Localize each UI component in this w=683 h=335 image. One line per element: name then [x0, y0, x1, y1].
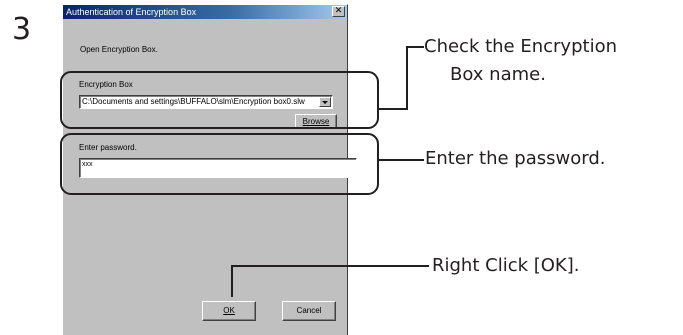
- callout-line-box-name-v: [406, 46, 408, 110]
- dialog-title: Authentication of Encryption Box: [66, 7, 197, 17]
- callout-line-ok-v: [231, 265, 233, 297]
- callout-line-ok-h: [231, 265, 429, 267]
- callout-box-name-line1: Check the Encryption: [424, 36, 617, 57]
- callout-password: Enter the password.: [425, 148, 606, 169]
- callout-ok: Right Click [OK].: [432, 255, 580, 276]
- intro-text: Open Encryption Box.: [80, 45, 158, 54]
- callout-box-name-line2: Box name.: [450, 64, 546, 85]
- ok-button-label: OK: [223, 306, 235, 315]
- callout-line-box-name-h1: [379, 108, 408, 110]
- close-icon[interactable]: ✕: [332, 6, 345, 17]
- ok-button[interactable]: OK: [202, 301, 256, 321]
- dialog-titlebar[interactable]: Authentication of Encryption Box ✕: [63, 5, 347, 19]
- password-highlight: [60, 133, 379, 195]
- cancel-button[interactable]: Cancel: [282, 301, 336, 321]
- callout-line-box-name-h2: [406, 46, 424, 48]
- callout-line-password: [379, 159, 424, 161]
- encryption-box-highlight: [60, 71, 379, 129]
- step-number: 3: [12, 12, 32, 47]
